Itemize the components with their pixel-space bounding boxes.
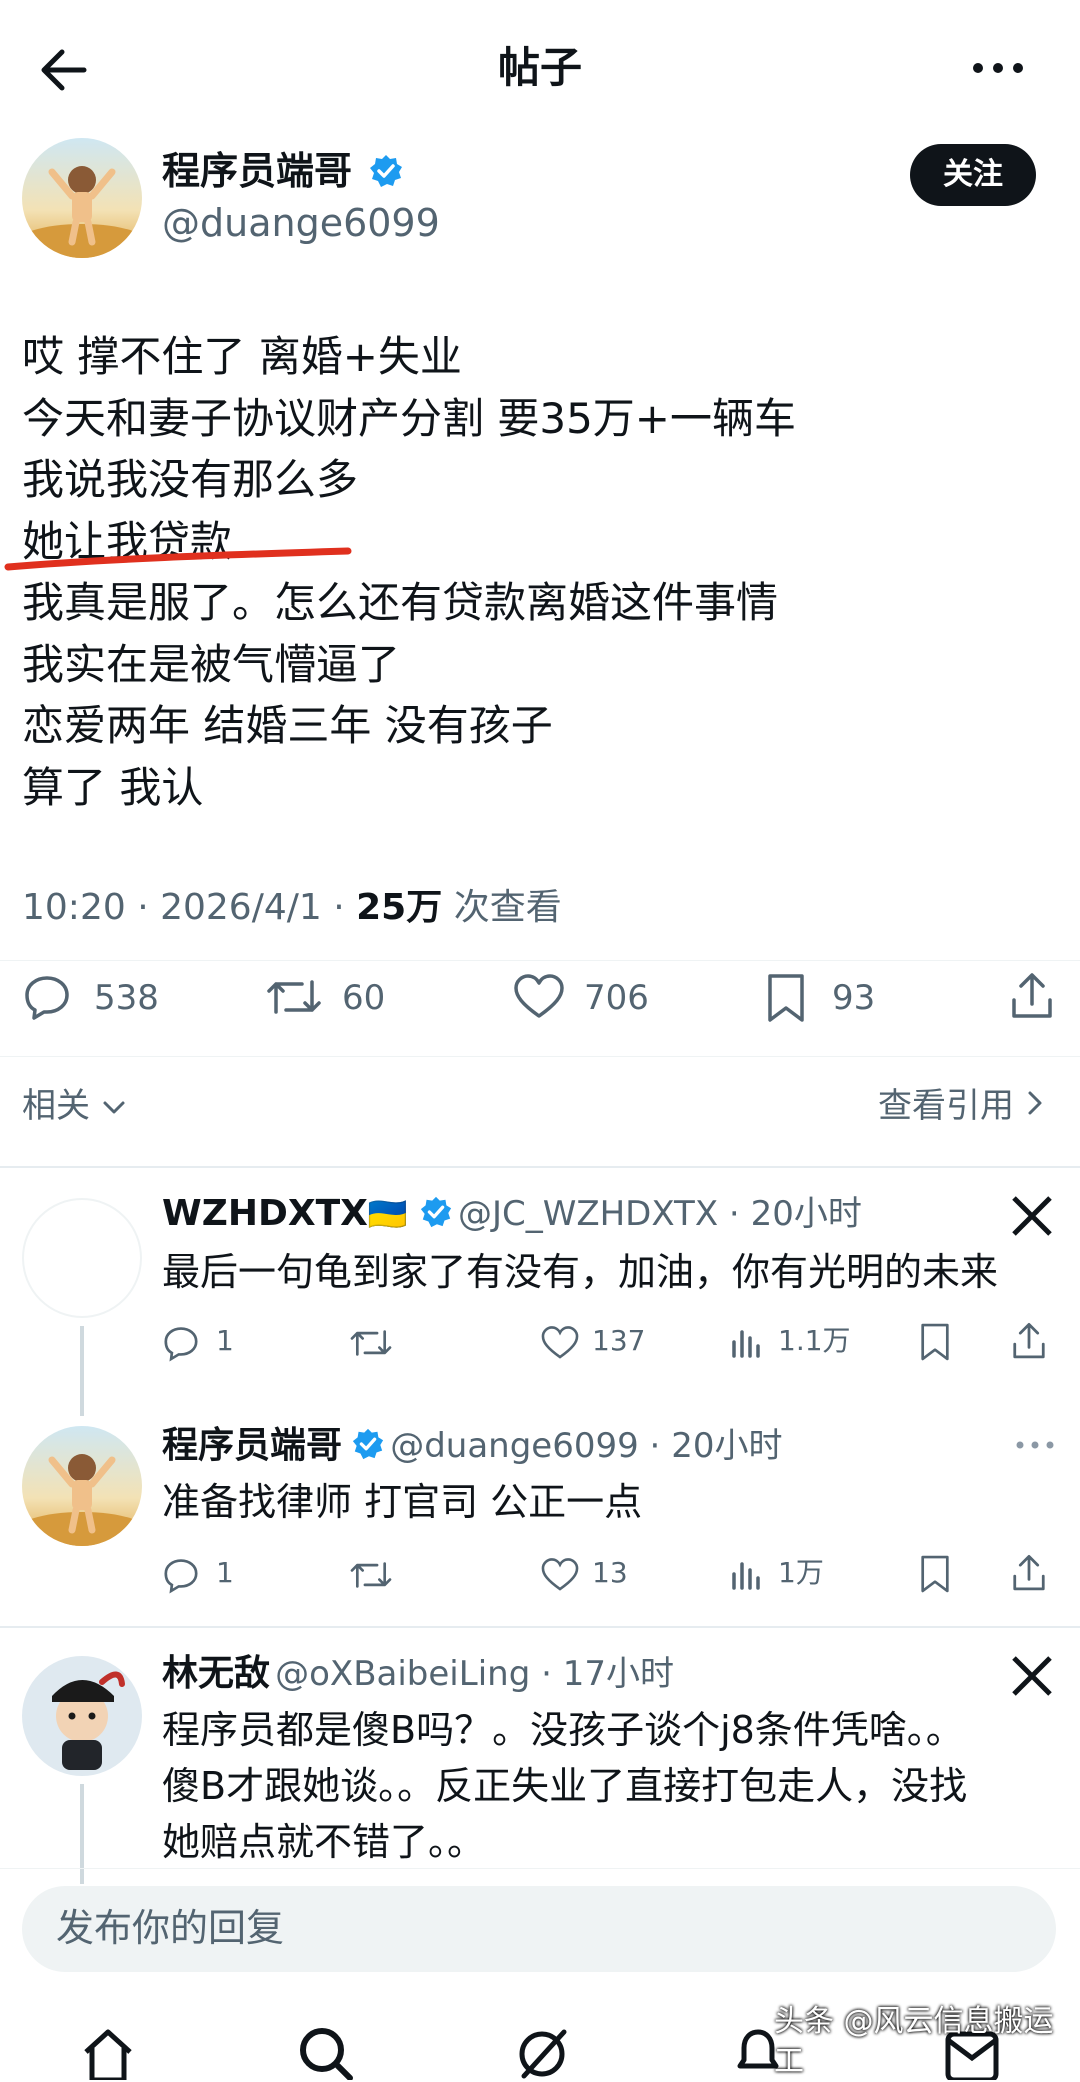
chevron-right-icon	[1028, 1091, 1042, 1115]
reply-text: 傻B才跟她谈。。反正失业了直接打包走人，没找	[162, 1764, 968, 1808]
section-divider	[0, 1626, 1080, 1628]
reply-handle[interactable]: @JC_WZHDXTX	[458, 1194, 718, 1234]
reply-header: 林无敌 @oXBaibeiLing · 17小时	[162, 1653, 674, 1694]
like-icon[interactable]	[540, 1556, 580, 1594]
bookmark-icon[interactable]	[918, 1554, 952, 1594]
reply-author-name[interactable]: 程序员端哥	[162, 1425, 342, 1466]
reply-time: 20小时	[750, 1194, 862, 1234]
home-icon[interactable]	[80, 2026, 136, 2080]
post-line: 算了 我认	[22, 762, 204, 812]
reply-handle[interactable]: @oXBaibeiLing	[275, 1654, 530, 1694]
divider	[0, 1056, 1080, 1057]
retweet-icon[interactable]	[264, 972, 324, 1022]
post-meta: 10:20 · 2026/4/1 · 25万 次查看	[22, 887, 562, 928]
avatar[interactable]	[22, 138, 142, 258]
reply-avatar[interactable]	[22, 1656, 142, 1776]
views-count: 1.1万	[778, 1324, 851, 1357]
x-logo-icon	[1012, 1656, 1052, 1696]
post-line: 哎 撑不住了 离婚+失业	[22, 332, 462, 381]
reply-header: WZHDXTX🇺🇦 @JC_WZHDXTX · 20小时	[162, 1193, 862, 1234]
share-icon[interactable]	[1010, 1552, 1048, 1594]
reply-actions: 1 137 1.1万	[162, 1316, 1052, 1366]
verified-badge-icon	[352, 1428, 384, 1460]
reply-text: 准备找律师 打官司 公正一点	[162, 1480, 643, 1524]
reply-text: 程序员都是傻B吗？。没孩子谈个j8条件凭啥。。	[162, 1708, 964, 1752]
reply-icon[interactable]	[162, 1324, 200, 1362]
view-count: 25万	[356, 887, 443, 928]
reply-author-name[interactable]: WZHDXTX	[162, 1193, 368, 1234]
reply-header: 程序员端哥 @duange6099 · 20小时	[162, 1425, 783, 1466]
more-horizontal-icon[interactable]	[970, 56, 1026, 80]
section-divider	[0, 1166, 1080, 1168]
views-count: 1万	[778, 1556, 824, 1589]
more-horizontal-icon[interactable]	[1014, 1438, 1056, 1452]
author-handle[interactable]: @duange6099	[162, 198, 440, 248]
post-date: 2026/4/1	[160, 887, 322, 928]
flag-icon: 🇺🇦	[367, 1195, 408, 1233]
post-line: 恋爱两年 结婚三年 没有孩子	[22, 701, 553, 750]
divider	[0, 960, 1080, 961]
related-dropdown[interactable]: 相关	[22, 1076, 127, 1136]
author-name[interactable]: 程序员端哥	[162, 146, 352, 196]
view-quotes-label: 查看引用	[878, 1086, 1014, 1126]
related-label: 相关	[22, 1086, 90, 1126]
like-count: 137	[592, 1324, 646, 1357]
x-logo-icon	[1012, 1196, 1052, 1236]
thread-line	[80, 1326, 84, 1416]
reply-author-name[interactable]: 林无敌	[162, 1653, 270, 1694]
post-line: 我说我没有那么多	[22, 455, 359, 504]
page-title: 帖子	[497, 43, 582, 92]
divider	[0, 1868, 1080, 1869]
reply-count: 1	[216, 1324, 234, 1357]
reply-time: 20小时	[671, 1426, 783, 1466]
post-line: 我真是服了。怎么还有贷款离婚这件事情	[22, 578, 779, 627]
verified-badge-icon	[370, 155, 402, 187]
reply-placeholder[interactable]: 发布你的回复	[56, 1898, 284, 1958]
retweet-count: 60	[342, 978, 386, 1018]
reply-actions: 1 13 1万	[162, 1548, 1052, 1598]
like-icon[interactable]	[512, 972, 566, 1022]
views-icon[interactable]	[728, 1324, 764, 1360]
search-icon[interactable]	[296, 2024, 356, 2080]
watermark: 头条 @风云信息搬运工	[774, 2004, 1054, 2079]
bookmark-icon[interactable]	[764, 972, 808, 1024]
reply-avatar[interactable]	[22, 1426, 142, 1546]
post-time: 10:20	[22, 887, 126, 928]
chevron-down-icon	[103, 1101, 125, 1114]
post-line: 今天和妻子协议财产分割 要35万+一辆车	[22, 393, 796, 443]
like-icon[interactable]	[540, 1324, 580, 1362]
reply-icon[interactable]	[162, 1556, 200, 1594]
reply-count: 1	[216, 1556, 234, 1589]
reply-handle[interactable]: @duange6099	[390, 1426, 639, 1466]
grok-icon[interactable]	[514, 2024, 570, 2080]
retweet-icon[interactable]	[348, 1556, 394, 1594]
retweet-icon[interactable]	[348, 1324, 394, 1362]
verified-badge-icon	[420, 1196, 451, 1228]
follow-button[interactable]: 关注	[910, 144, 1036, 206]
views-icon[interactable]	[728, 1556, 764, 1592]
view-quotes-link[interactable]: 查看引用	[878, 1076, 1045, 1136]
share-icon[interactable]	[1008, 970, 1056, 1022]
reply-avatar[interactable]	[22, 1198, 142, 1318]
view-count-label: 次查看	[453, 887, 562, 928]
post-line: 我实在是被气懵逼了	[22, 639, 401, 689]
reply-text: 她赔点就不错了。。	[162, 1820, 486, 1864]
thread-line	[80, 1784, 84, 1884]
reply-text: 最后一句龟到家了有没有，加油，你有光明的未来	[162, 1250, 999, 1294]
bookmark-icon[interactable]	[918, 1322, 952, 1362]
bookmark-count: 93	[832, 978, 876, 1018]
like-count: 706	[584, 978, 649, 1018]
reply-icon[interactable]	[22, 972, 72, 1022]
red-underline-mark	[4, 547, 352, 571]
share-icon[interactable]	[1010, 1320, 1048, 1362]
like-count: 13	[592, 1556, 628, 1589]
reply-time: 17小时	[562, 1654, 674, 1694]
reply-count: 538	[94, 978, 159, 1018]
